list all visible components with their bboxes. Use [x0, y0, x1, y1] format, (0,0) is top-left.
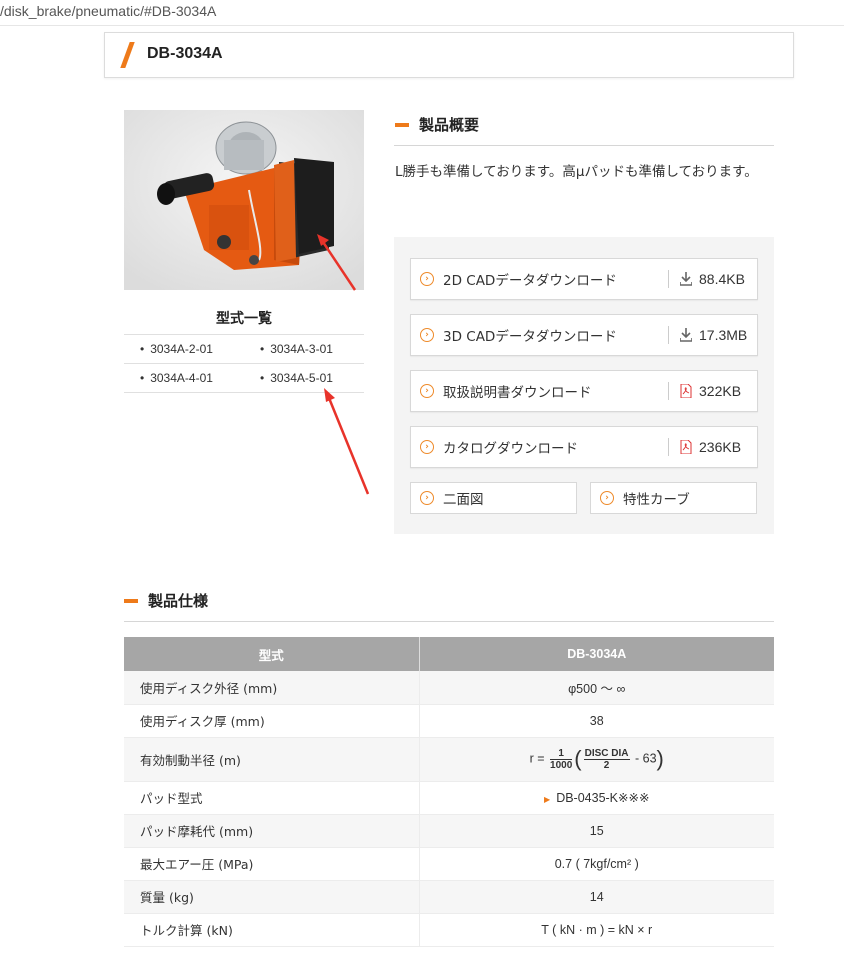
annotation-arrow-2 [324, 388, 370, 495]
file-size: 17.3MB [699, 327, 748, 343]
overview-text: L勝手も準備しております。高μパッドも準備しております。 [395, 164, 758, 180]
spec-value: 38 [419, 704, 774, 738]
spec-value: T ( kN · m ) = kN × r [419, 913, 774, 947]
chevron-circle-icon: › [420, 440, 434, 454]
formula-prefix: r = [529, 751, 545, 766]
table-row: パッド型式 ▶ DB-0435-K※※※ [124, 781, 774, 815]
download-icon [679, 327, 693, 343]
divider [668, 326, 669, 344]
table-row: 質量 (kg) 14 [124, 880, 774, 914]
chevron-circle-icon: › [420, 328, 434, 342]
page-title-box: DB-3034A [104, 32, 794, 78]
download-2d-cad-button[interactable]: › 2D CADデータダウンロード 88.4KB [410, 258, 758, 300]
download-label: カタログダウンロード [443, 441, 578, 457]
characteristic-curve-button[interactable]: › 特性カーブ [590, 482, 757, 514]
url-bar[interactable]: /disk_brake/pneumatic/#DB-3034A [0, 0, 844, 26]
specs-heading: 製品仕様 [124, 590, 208, 611]
divider [668, 270, 669, 288]
spec-header-row: 型式 DB-3034A [124, 637, 774, 671]
overview-heading-text: 製品概要 [419, 116, 480, 134]
pad-model-link[interactable]: DB-0435-K※※※ [556, 791, 649, 805]
file-size: 236KB [699, 439, 742, 455]
specs-heading-text: 製品仕様 [148, 592, 209, 610]
fraction-denominator: 1000 [550, 759, 573, 771]
file-size: 322KB [699, 383, 742, 399]
fraction-numerator: DISC DIA [583, 747, 630, 760]
model-link[interactable]: 3034A-4-01 [124, 364, 244, 392]
paren-open: ( [574, 746, 582, 771]
fraction-numerator: 1 [550, 748, 573, 760]
button-label: 特性カーブ [623, 492, 690, 508]
spec-label: パッド型式 [124, 781, 420, 815]
two-view-drawing-button[interactable]: › 二面図 [410, 482, 577, 514]
download-panel: › 2D CADデータダウンロード 88.4KB › 3D CADデータダウンロ… [394, 237, 774, 534]
spec-label: トルク計算 (kN) [124, 913, 420, 947]
table-row: 有効制動半径 (m) r = 1 1000(DISC DIA 2 - 63) [124, 737, 774, 782]
spec-label: 使用ディスク厚 (mm) [124, 704, 420, 738]
spec-value: 15 [419, 814, 774, 848]
model-link[interactable]: 3034A-2-01 [124, 335, 244, 363]
spec-value: 14 [419, 880, 774, 914]
spec-label: 質量 (kg) [124, 880, 420, 914]
model-row: 3034A-2-01 3034A-3-01 [124, 335, 364, 364]
spec-label: パッド摩耗代 (mm) [124, 814, 420, 848]
title-accent-slash [120, 42, 135, 68]
table-row: トルク計算 (kN) T ( kN · m ) = kN × r [124, 913, 774, 947]
paren-close: ) [656, 746, 664, 771]
chevron-circle-icon: › [420, 384, 434, 398]
model-list-title: 型式一覧 [216, 311, 272, 327]
spec-value: φ500 ～ ∞ [419, 671, 774, 705]
formula-fraction: DISC DIA 2 [583, 747, 630, 771]
chevron-circle-icon: › [600, 491, 614, 505]
pdf-icon [679, 383, 693, 399]
annotation-arrow-1 [317, 234, 357, 291]
download-3d-cad-button[interactable]: › 3D CADデータダウンロード 17.3MB [410, 314, 758, 356]
triangle-right-icon: ▶ [544, 795, 551, 804]
divider [124, 621, 774, 622]
fraction-denominator: 2 [603, 759, 610, 771]
pad-model-link-cell: ▶ DB-0435-K※※※ [419, 781, 774, 815]
spec-header-cell: 型式 [124, 637, 420, 671]
download-label: 3D CADデータダウンロード [443, 329, 617, 345]
table-row: 使用ディスク外径 (mm) φ500 ～ ∞ [124, 671, 774, 705]
divider [668, 438, 669, 456]
divider [668, 382, 669, 400]
spec-label: 使用ディスク外径 (mm) [124, 671, 420, 705]
download-label: 取扱説明書ダウンロード [443, 385, 592, 401]
model-list: 3034A-2-01 3034A-3-01 3034A-4-01 3034A-5… [124, 334, 364, 393]
formula-suffix: - 63 [635, 751, 657, 766]
chevron-circle-icon: › [420, 491, 434, 505]
table-row: 最大エアー圧 (MPa) 0.7 ( 7kgf/cm² ) [124, 847, 774, 881]
pdf-icon [679, 439, 693, 455]
file-size: 88.4KB [699, 271, 745, 287]
table-row: パッド摩耗代 (mm) 15 [124, 814, 774, 848]
download-label: 2D CADデータダウンロード [443, 273, 617, 289]
heading-accent [395, 122, 409, 127]
spec-table: 型式 DB-3034A 使用ディスク外径 (mm) φ500 ～ ∞ 使用ディス… [124, 637, 774, 947]
spec-value-formula: r = 1 1000(DISC DIA 2 - 63) [419, 737, 774, 782]
download-manual-button[interactable]: › 取扱説明書ダウンロード 322KB [410, 370, 758, 412]
spec-label: 有効制動半径 (m) [124, 737, 420, 782]
button-label: 二面図 [443, 492, 484, 508]
heading-accent [124, 598, 138, 603]
model-link[interactable]: 3034A-3-01 [244, 335, 364, 363]
page-title: DB-3034A [147, 45, 223, 62]
download-catalog-button[interactable]: › カタログダウンロード 236KB [410, 426, 758, 468]
spec-label: 最大エアー圧 (MPa) [124, 847, 420, 881]
chevron-circle-icon: › [420, 272, 434, 286]
spec-header-cell: DB-3034A [419, 637, 774, 671]
formula-fraction: 1 1000 [550, 748, 573, 771]
overview-heading: 製品概要 [395, 114, 479, 135]
spec-value: 0.7 ( 7kgf/cm² ) [419, 847, 774, 881]
download-icon [679, 271, 693, 287]
divider [394, 145, 774, 146]
table-row: 使用ディスク厚 (mm) 38 [124, 704, 774, 738]
url-text: /disk_brake/pneumatic/#DB-3034A [0, 3, 217, 19]
